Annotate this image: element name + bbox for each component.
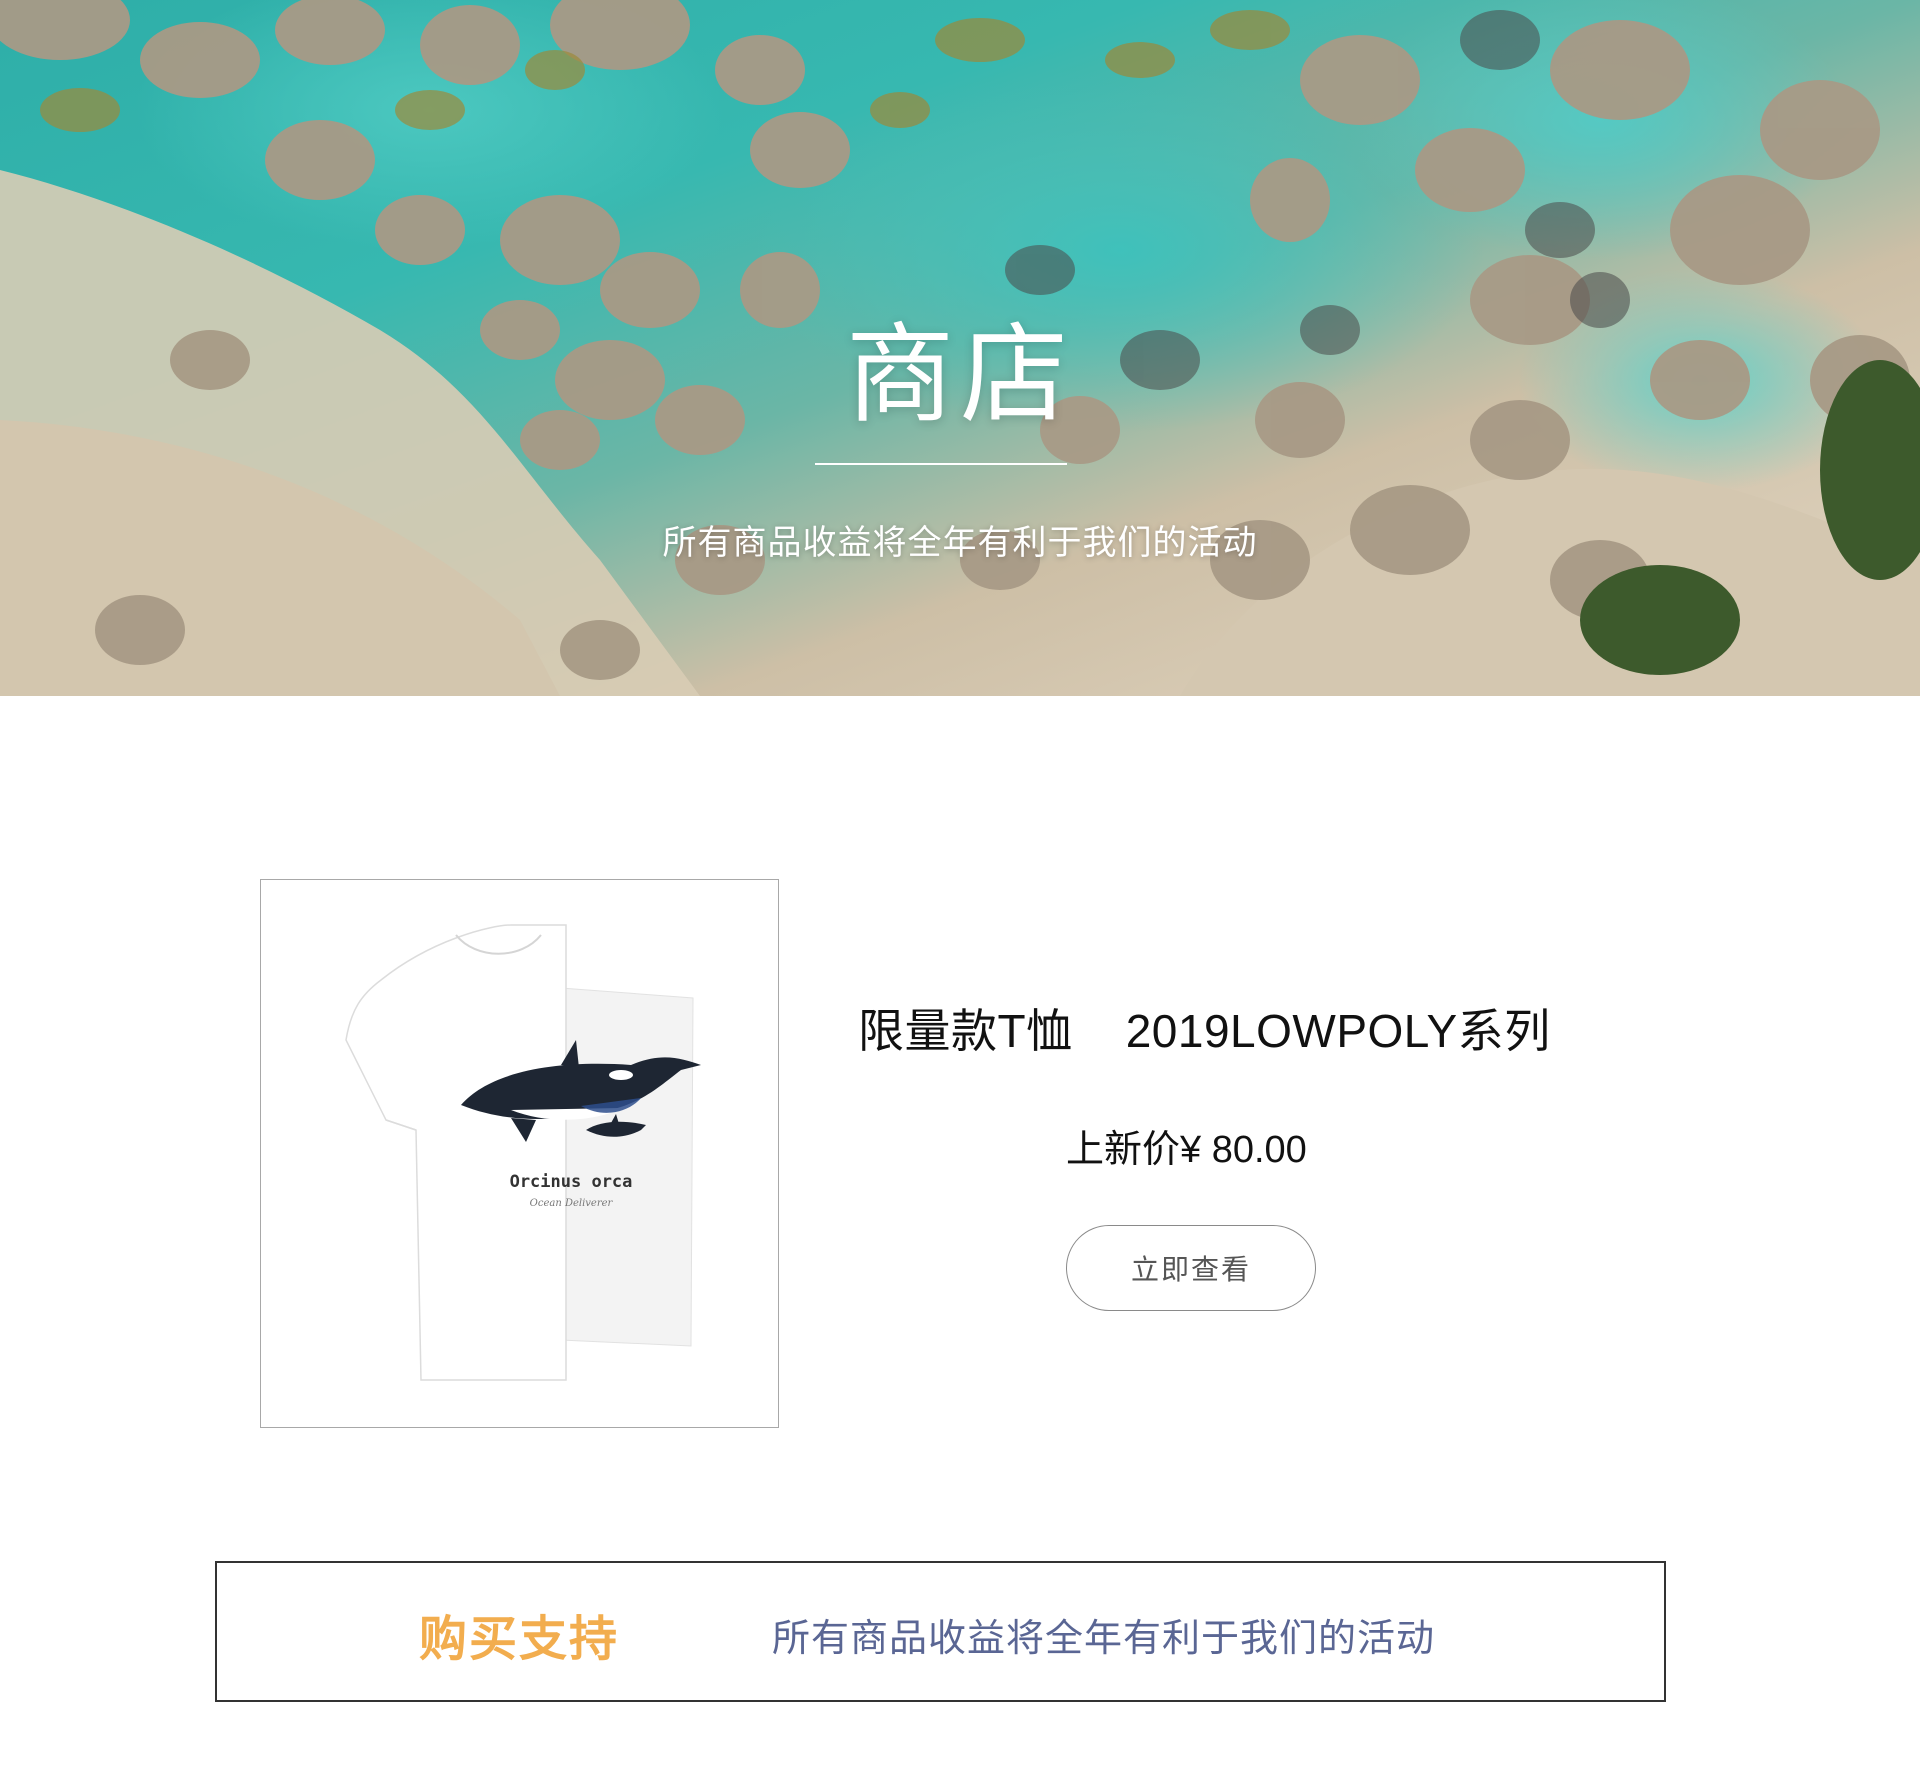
product-name: 限量款T恤 2019LOWPOLY系列 — [858, 1005, 1551, 1057]
shirt-print-title: Orcinus orca — [509, 1172, 633, 1192]
product-price: 上新价¥ 80.00 — [1066, 1129, 1307, 1171]
tshirt-illustration — [345, 924, 701, 1381]
support-text: 所有商品收益将全年有利于我们的活动 — [772, 1616, 1436, 1660]
hero-banner: 商店 所有商品收益将全年有利于我们的活动 — [0, 0, 1920, 696]
purchase-support-banner: 购买支持 所有商品收益将全年有利于我们的活动 — [215, 1561, 1666, 1702]
shirt-print-subtitle: Ocean Deliverer — [529, 1198, 613, 1209]
view-now-button[interactable]: 立即查看 — [1066, 1225, 1316, 1311]
hero-subtitle: 所有商品收益将全年有利于我们的活动 — [662, 523, 1258, 563]
support-heading: 购买支持 — [419, 1611, 620, 1667]
hero-divider — [815, 463, 1067, 465]
hero-title: 商店 — [845, 313, 1074, 438]
product-image[interactable]: Orcinus orca Ocean Deliverer — [260, 879, 779, 1428]
